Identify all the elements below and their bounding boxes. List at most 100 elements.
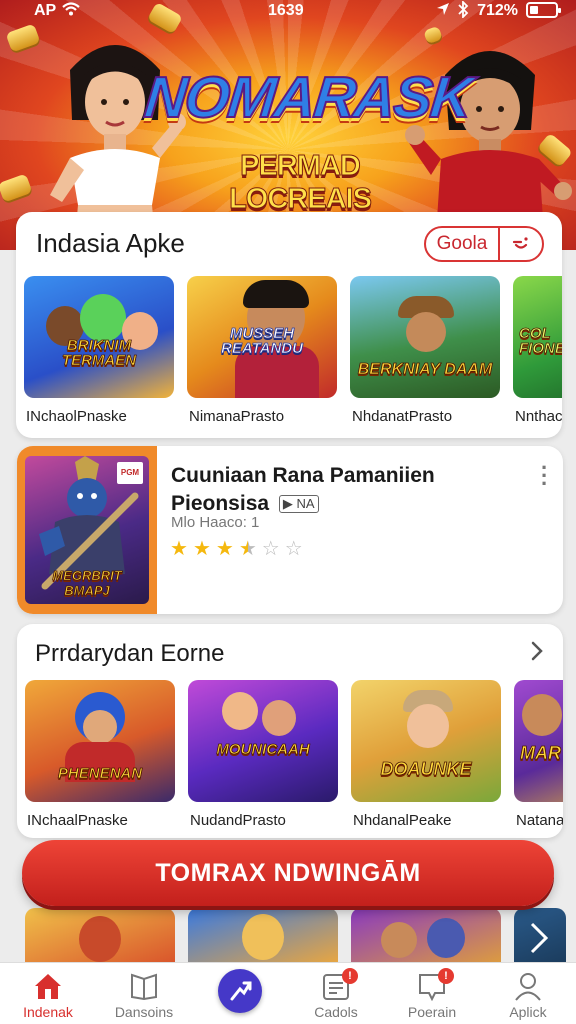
character-hair xyxy=(243,280,309,308)
star-icon: ★ xyxy=(192,538,211,560)
location-icon xyxy=(437,3,449,15)
bluetooth-icon xyxy=(458,1,469,18)
app-tile-row: PHENENAN INchaalPnaske MOUNICAAH NudandP… xyxy=(25,680,563,829)
profile-icon xyxy=(515,973,541,1001)
app-name: INchaalPnaske xyxy=(27,812,128,829)
hero-subtitle: PERMAD LOCREAIS xyxy=(229,150,373,216)
star-empty-icon: ☆ xyxy=(284,538,303,560)
nav-item-center[interactable] xyxy=(192,963,288,1024)
app-thumbnail: MAR xyxy=(514,680,563,802)
app-thumbnail: COL FIONE xyxy=(513,276,562,398)
featured-game-meta: Mlo Haaco: 1 xyxy=(171,514,260,531)
chevron-right-icon xyxy=(530,922,549,954)
nav-label: Dansoins xyxy=(114,1004,174,1020)
carrier-label: AP xyxy=(34,2,57,19)
notification-badge: ! xyxy=(342,968,358,984)
character-face xyxy=(262,700,296,736)
app-name: Nnthacio xyxy=(515,408,562,425)
nav-item-profile[interactable]: Aplick xyxy=(480,963,576,1024)
app-tile[interactable]: COL FIONE Nnthacio xyxy=(513,276,562,425)
app-thumbnail xyxy=(25,908,175,968)
character-face xyxy=(381,922,417,958)
app-thumbnail xyxy=(188,908,338,968)
character-face xyxy=(80,294,126,342)
app-name: INchaolPnaske xyxy=(26,408,127,425)
featured-game-badge: ▶ NA xyxy=(278,495,319,514)
character-face xyxy=(427,918,465,958)
book-icon xyxy=(131,973,157,1001)
nav-item-messages[interactable]: ! Poerain xyxy=(384,963,480,1024)
featured-game-logo: MEGRBRIT BMAPJ xyxy=(52,568,122,599)
featured-game-art: MEGRBRIT BMAPJ PGM xyxy=(25,456,149,604)
nav-label: Indenak xyxy=(23,1004,73,1020)
nav-label: Aplick xyxy=(509,1004,547,1020)
character-hair xyxy=(79,916,121,962)
character-face xyxy=(522,694,562,736)
section-title: Prrdarydan Eorne xyxy=(35,640,225,667)
clock: 1639 xyxy=(268,2,304,19)
featured-game-thumbnail: MEGRBRIT BMAPJ PGM xyxy=(17,446,157,614)
app-thumbnail xyxy=(514,908,566,968)
character-face xyxy=(407,704,449,748)
app-tile-row: BRIKNIM TERMAEN INchaolPnaske MUSSEH REA… xyxy=(24,276,562,425)
app-logo-text: BERKNIAY DAAM xyxy=(357,361,493,378)
featured-game-title: Cuuniaan Rana Pamaniien Pieonsisa ▶ NA xyxy=(171,462,491,518)
more-options-icon[interactable]: · · · xyxy=(541,457,548,495)
app-tile[interactable] xyxy=(25,908,175,968)
app-name: NhdanalPeake xyxy=(353,812,452,829)
app-thumbnail: MOUNICAAH xyxy=(188,680,338,802)
chevron-right-icon[interactable] xyxy=(529,638,545,669)
notification-badge: ! xyxy=(438,968,454,984)
star-half-icon: ★ xyxy=(238,538,257,560)
age-rating-tag: PGM xyxy=(117,462,143,484)
featured-apps-section: Indasia Apke Goola BRIKNIM TERMAEN INcha… xyxy=(16,212,562,438)
featured-badge-text: NA xyxy=(296,496,315,512)
star-icon: ★ xyxy=(215,538,234,560)
app-thumbnail: DOAUNKE xyxy=(351,680,501,802)
app-tile[interactable] xyxy=(514,908,576,968)
app-name: NhdanatPrasto xyxy=(352,408,453,425)
nav-label: Poerain xyxy=(407,1004,457,1020)
app-name: NudandPrasto xyxy=(190,812,286,829)
app-tile[interactable]: BERKNIAY DAAM NhdanatPrasto xyxy=(350,276,500,425)
status-bar: AP 1639 712% xyxy=(0,0,576,22)
popular-games-section: Prrdarydan Eorne PHENENAN INchaalPnaske … xyxy=(17,624,563,838)
app-tile[interactable]: MUSSEH REATANDU NimanaPrasto xyxy=(187,276,337,425)
app-tile[interactable] xyxy=(351,908,501,968)
app-tile[interactable] xyxy=(188,908,338,968)
section-action-button[interactable]: Goola xyxy=(424,226,544,262)
app-logo-text: MAR xyxy=(520,743,562,763)
star-rating: ★ ★ ★ ★ ☆ ☆ xyxy=(170,536,303,561)
section-title: Indasia Apke xyxy=(36,228,185,258)
compass-icon xyxy=(218,969,262,1013)
hero-game-logo: NOMARASK xyxy=(141,64,475,131)
download-cta-button[interactable]: TOMRAX NDWINGĀM xyxy=(22,840,554,906)
app-tile[interactable]: BRIKNIM TERMAEN INchaolPnaske xyxy=(24,276,174,425)
app-tile[interactable]: MOUNICAAH NudandPrasto xyxy=(188,680,338,829)
section-action-label: Goola xyxy=(426,228,500,260)
app-thumbnail: PHENENAN xyxy=(25,680,175,802)
app-logo-text: PHENENAN xyxy=(57,765,143,782)
app-tile-row-partial xyxy=(25,908,576,968)
app-thumbnail: BERKNIAY DAAM xyxy=(350,276,500,398)
app-name: Natana xyxy=(516,812,563,829)
nav-item-cards[interactable]: ! Cadols xyxy=(288,963,384,1024)
featured-game-card[interactable]: MEGRBRIT BMAPJ PGM Cuuniaan Rana Pamanii… xyxy=(17,446,563,614)
battery-percent: 712% xyxy=(477,2,518,19)
character-face xyxy=(222,692,258,730)
app-tile[interactable]: MAR Natana xyxy=(514,680,563,829)
battery-icon xyxy=(526,2,561,18)
app-tile[interactable]: PHENENAN INchaalPnaske xyxy=(25,680,175,829)
app-logo-text: MUSSEH REATANDU xyxy=(221,325,304,357)
app-thumbnail: BRIKNIM TERMAEN xyxy=(24,276,174,398)
app-thumbnail: MUSSEH REATANDU xyxy=(187,276,337,398)
nav-item-home[interactable]: Indenak xyxy=(0,963,96,1024)
nav-item-discover[interactable]: Dansoins xyxy=(96,963,192,1024)
bottom-navigation: Indenak Dansoins ! Cadols ! Poerain Apli xyxy=(0,962,576,1024)
app-tile[interactable]: DOAUNKE NhdanalPeake xyxy=(351,680,501,829)
app-logo-text: MOUNICAAH xyxy=(216,741,310,758)
star-empty-icon: ☆ xyxy=(261,538,280,560)
app-name: NimanaPrasto xyxy=(189,408,285,425)
nav-label: Cadols xyxy=(314,1004,358,1020)
smile-icon xyxy=(500,234,542,255)
